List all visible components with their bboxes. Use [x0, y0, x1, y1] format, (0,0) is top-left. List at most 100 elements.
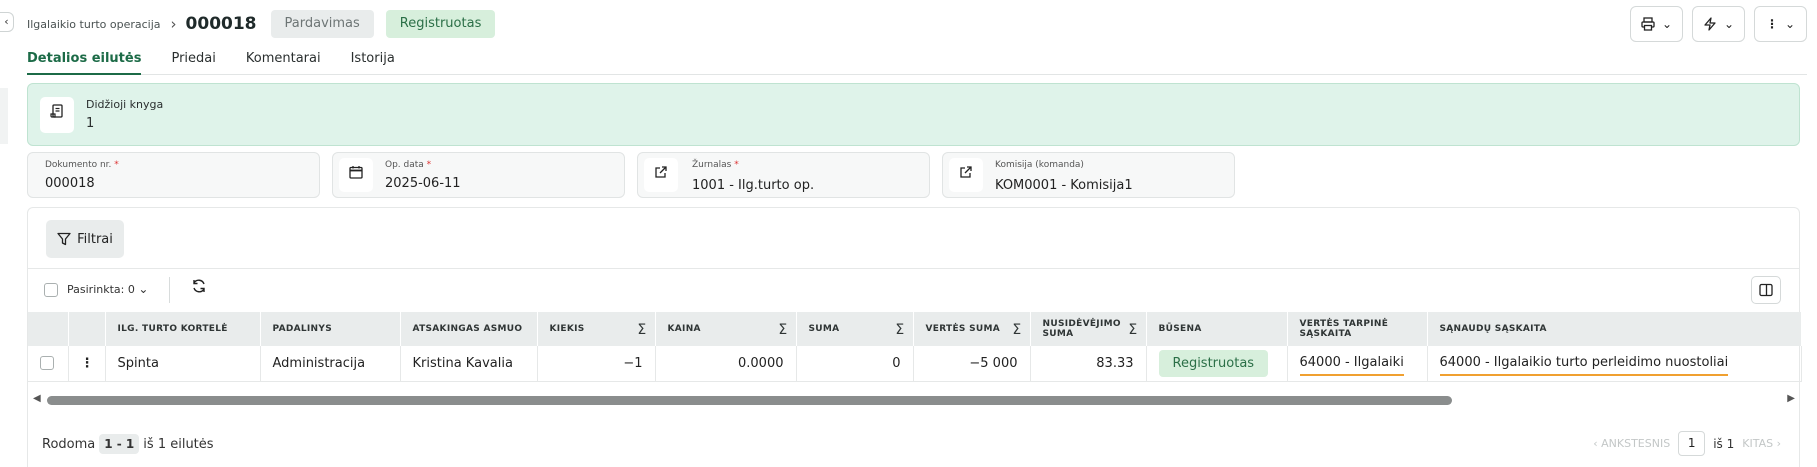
cell-quantity[interactable]: −1 [537, 346, 656, 382]
refresh-button[interactable] [191, 278, 207, 298]
row-menu-cell: ⋮ [68, 346, 106, 382]
cell-department[interactable]: Administracija [260, 346, 401, 382]
cell-value-account[interactable]: 64000 - Ilgalaiki [1287, 346, 1428, 382]
sum-icon[interactable]: Σ [1128, 322, 1137, 338]
table-header-row: ILG. TURTO KORTELĖ PADALINYS ATSAKINGAS … [28, 312, 1802, 346]
journal-value: 1001 - Ilg.turto op. [692, 178, 815, 193]
field-label: Žurnalas * [692, 160, 739, 170]
field-label: Komisija (komanda) [995, 160, 1084, 170]
col-header-value-sum[interactable]: VERTĖS SUMA Σ [913, 312, 1031, 346]
breadcrumb[interactable]: Ilgalaikio turto operacija [27, 18, 161, 31]
tab-attachments[interactable]: Priedai [171, 45, 215, 75]
cell-depreciation-sum[interactable]: 83.33 [1030, 346, 1147, 382]
field-label: Dokumento nr. * [45, 160, 119, 170]
chevron-right-icon: › [1773, 437, 1781, 450]
lightning-icon [1704, 17, 1716, 31]
page-count: iš 1 [1713, 436, 1735, 451]
col-header-price[interactable]: KAINA Σ [655, 312, 797, 346]
document-number-field[interactable]: Dokumento nr. * 000018 [27, 152, 320, 198]
ledger-label: Didžioji knyga [86, 98, 164, 111]
chevron-down-icon: ⌄ [138, 282, 149, 296]
page-number-input[interactable]: 1 [1678, 431, 1706, 456]
row-checkbox[interactable] [40, 356, 54, 371]
filters-button[interactable]: Filtrai [46, 220, 124, 258]
col-header-quantity[interactable]: KIEKIS Σ [537, 312, 656, 346]
column-layout-button[interactable] [1751, 276, 1781, 304]
scrollbar-thumb[interactable] [47, 396, 1452, 405]
selection-dropdown[interactable]: Pasirinkta: 0 ⌄ [67, 282, 148, 296]
more-options-button[interactable]: ⋮ ⌄ [1754, 6, 1807, 42]
rows-shown-text: Rodoma 1 - 1 iš 1 eilutės [42, 434, 214, 454]
col-header-department[interactable]: PADALINYS [260, 312, 401, 346]
commission-field[interactable]: Komisija (komanda) KOM0001 - Komisija1 [942, 152, 1235, 198]
cell-value-sum[interactable]: −5 000 [913, 346, 1031, 382]
cell-card[interactable]: Spinta [105, 346, 261, 382]
next-page-button[interactable]: KITAS › [1742, 437, 1781, 450]
pagination-footer: Rodoma 1 - 1 iš 1 eilutės ‹ ANKSTESNIS 1 i… [28, 426, 1801, 460]
external-link-icon[interactable] [949, 158, 983, 192]
header-checkbox-col [28, 312, 69, 346]
header-actions: ⌄ ⌄ ⋮ ⌄ [1630, 6, 1807, 42]
commission-value: KOM0001 - Komisija1 [995, 178, 1133, 193]
scroll-left-icon[interactable]: ◀ [33, 393, 41, 404]
col-header-card[interactable]: ILG. TURTO KORTELĖ [105, 312, 261, 346]
cell-state[interactable]: Registruotas [1146, 346, 1288, 382]
sum-icon[interactable]: Σ [778, 322, 787, 338]
refresh-icon [193, 279, 205, 293]
tab-details[interactable]: Detalios eilutės [27, 45, 142, 75]
columns-icon [1759, 283, 1773, 296]
sum-icon[interactable]: Σ [1012, 322, 1021, 338]
divider [28, 268, 1799, 269]
general-ledger-panel: Didžioji knyga 1 [27, 83, 1800, 146]
select-all-checkbox[interactable] [44, 283, 58, 297]
row-checkbox-cell [28, 346, 69, 382]
operation-date-value: 2025-06-11 [385, 176, 461, 191]
page-title: 000018 [185, 14, 257, 34]
sum-icon[interactable]: Σ [895, 322, 904, 338]
chevron-down-icon: ⌄ [1661, 17, 1673, 31]
status-badge: Registruotas [1158, 349, 1269, 377]
sidebar-edge [0, 88, 8, 144]
journal-field[interactable]: Žurnalas * 1001 - Ilg.turto op. [637, 152, 930, 198]
header-menu-col [68, 312, 106, 346]
col-header-cost-account[interactable]: SĄNAUDŲ SĄSKAITA [1427, 312, 1802, 346]
operation-date-field[interactable]: Op. data * 2025-06-11 [332, 152, 625, 198]
sidebar-toggle-button[interactable]: ‹ [0, 12, 14, 32]
previous-page-button[interactable]: ‹ ANKSTESNIS [1593, 437, 1670, 450]
horizontal-scrollbar[interactable]: ◀ ▶ [28, 391, 1801, 409]
document-number-value: 000018 [45, 176, 95, 191]
col-header-sum[interactable]: SUMA Σ [796, 312, 914, 346]
status-badge: Registruotas [385, 10, 496, 38]
col-header-responsible[interactable]: ATSAKINGAS ASMUO [400, 312, 538, 346]
actions-button[interactable]: ⌄ [1692, 6, 1745, 42]
chevron-right-icon: › [170, 15, 177, 33]
tab-comments[interactable]: Komentarai [246, 45, 321, 75]
filter-icon [57, 232, 71, 246]
col-header-depreciation-sum[interactable]: NUSIDĖVĖJIMO SUMA Σ [1030, 312, 1147, 346]
tab-history[interactable]: Istorija [351, 45, 395, 75]
cell-responsible[interactable]: Kristina Kavalia [400, 346, 538, 382]
pager: ‹ ANKSTESNIS 1 iš 1 KITAS › [1593, 431, 1781, 456]
chevron-down-icon: ⌄ [1723, 17, 1735, 31]
scroll-right-icon[interactable]: ▶ [1787, 393, 1795, 404]
more-vertical-icon[interactable]: ⋮ [81, 356, 94, 371]
cell-price[interactable]: 0.0000 [655, 346, 797, 382]
rows-range: 1 - 1 [99, 434, 140, 454]
value-account-text: 64000 - Ilgalaiki [1299, 355, 1404, 376]
detail-lines-table: ILG. TURTO KORTELĖ PADALINYS ATSAKINGAS … [28, 312, 1802, 382]
col-header-value-account[interactable]: VERTĖS TARPINĖ SĄSKAITA [1287, 312, 1428, 346]
print-button[interactable]: ⌄ [1630, 6, 1683, 42]
ledger-value: 1 [86, 116, 95, 131]
col-header-state[interactable]: BŪSENA [1146, 312, 1288, 346]
sum-icon[interactable]: Σ [637, 322, 646, 338]
type-badge: Pardavimas [270, 10, 374, 38]
table-row[interactable]: ⋮ Spinta Administracija Kristina Kavalia… [28, 346, 1802, 382]
chevron-down-icon: ⌄ [1784, 17, 1796, 31]
filters-label: Filtrai [77, 231, 113, 247]
cell-sum[interactable]: 0 [796, 346, 914, 382]
detail-lines-grid: Filtrai Pasirinkta: 0 ⌄ ILG. TURTO KORTE… [27, 207, 1802, 467]
printer-icon [1641, 17, 1655, 31]
calendar-icon[interactable] [339, 158, 373, 192]
external-link-icon[interactable] [644, 158, 678, 192]
cell-cost-account[interactable]: 64000 - Ilgalaikio turto perleidimo nuos… [1427, 346, 1802, 382]
